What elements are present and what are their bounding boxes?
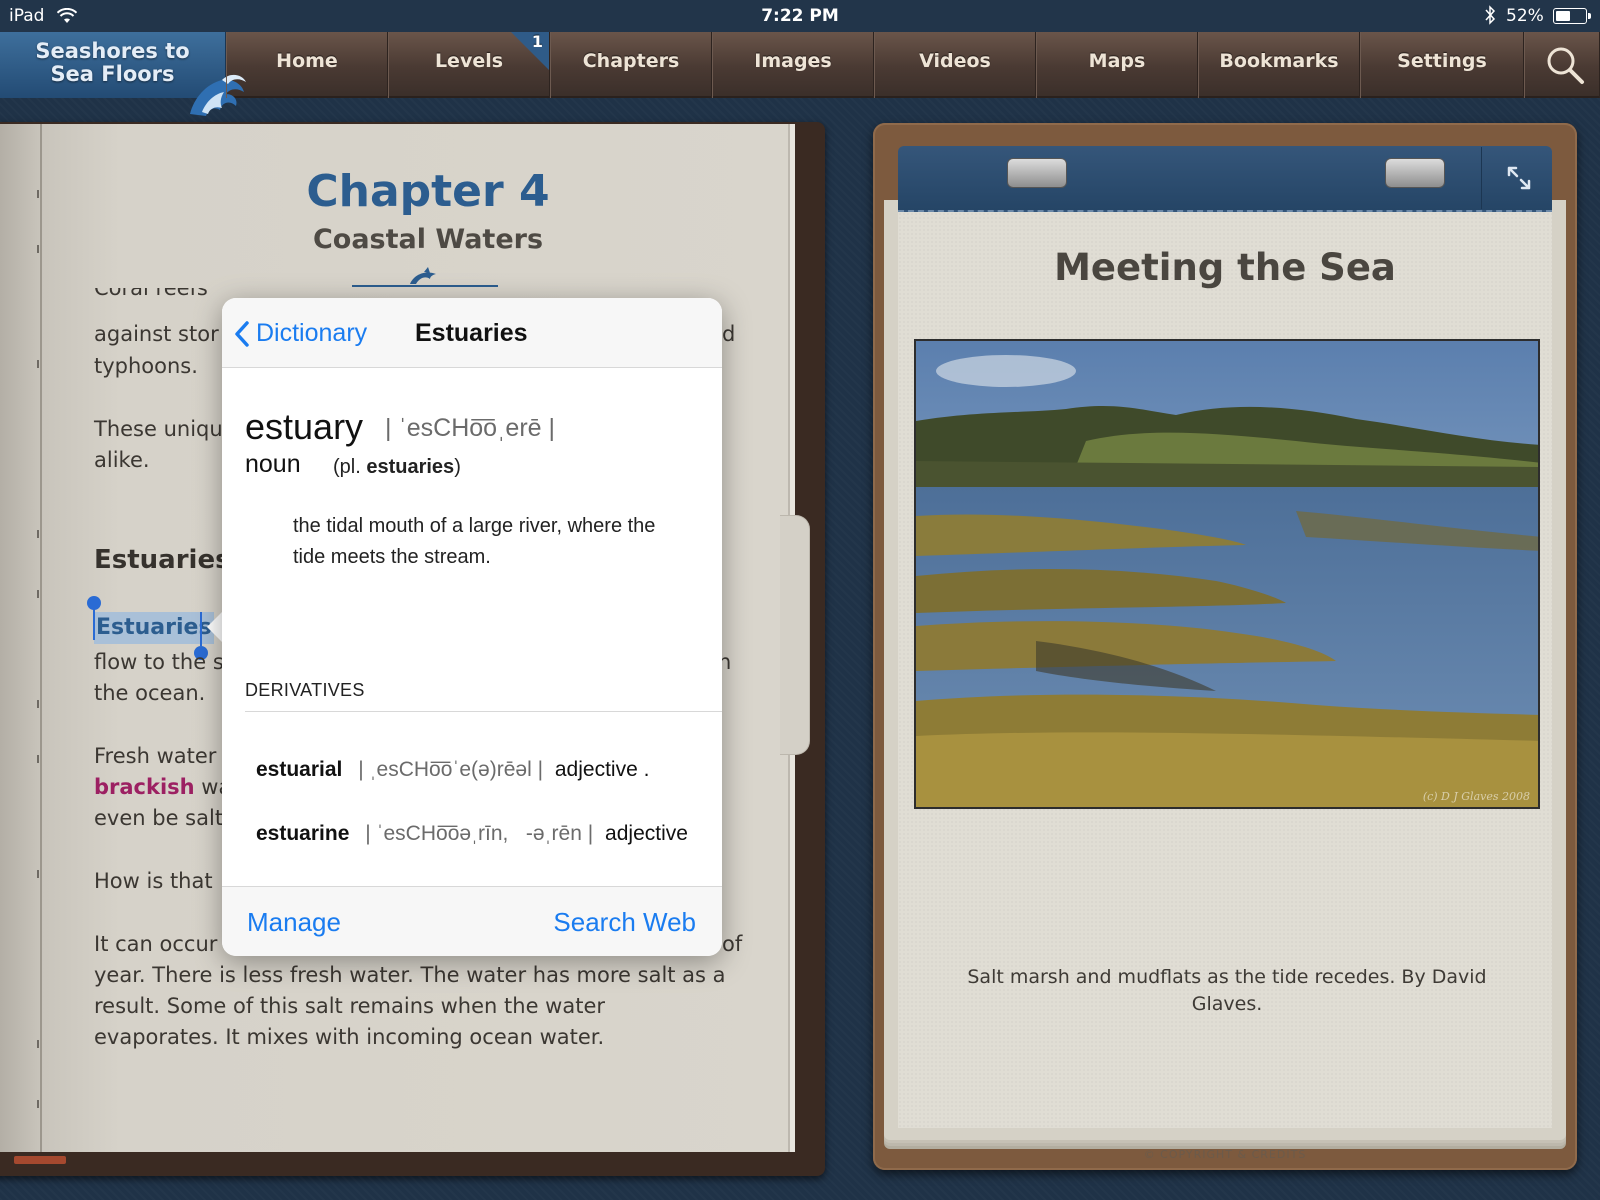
tab-levels[interactable]: Levels 1: [388, 32, 550, 98]
binding-stitch: [37, 530, 45, 538]
definition: the tidal mouth of a large river, where …: [293, 515, 656, 568]
binding-stitch: [37, 190, 45, 198]
section-heading-estuaries: Estuaries: [94, 545, 231, 575]
plural-form: (pl. estuaries): [333, 456, 461, 478]
book-text-line: evaporates. It mixes with incoming ocean…: [94, 1025, 605, 1049]
binding-stitch: [37, 755, 45, 763]
book-text-line: d: [722, 322, 736, 346]
expand-button[interactable]: [1481, 147, 1551, 209]
glossary-term-brackish[interactable]: brackish: [94, 775, 195, 799]
battery-level: [1556, 11, 1571, 21]
chapter-subtitle: Coastal Waters: [312, 224, 544, 255]
book-text-line: l: [718, 740, 748, 772]
battery-percent: 52%: [1506, 6, 1544, 26]
tab-videos[interactable]: Videos: [874, 32, 1036, 98]
book-binding: [40, 124, 42, 1152]
top-nav: Seashores to Sea Floors Home Levels 1 Ch…: [0, 32, 1600, 116]
search-web-button[interactable]: Search Web: [553, 907, 696, 938]
tab-images[interactable]: Images: [712, 32, 874, 98]
derivative-row: estuarial | ˌesCHo͞oˈe(ə)rēəl | adjectiv…: [256, 758, 650, 781]
tab-settings[interactable]: Settings: [1360, 32, 1524, 98]
binding-stitch: [37, 1040, 45, 1048]
headword: estuary: [245, 406, 364, 447]
derivatives-label: DERIVATIVES: [245, 680, 365, 700]
dictionary-back-button[interactable]: Dictionary: [234, 318, 367, 348]
derivative-row: estuarine | ˈesCHo͞oəˌrīn, -əˌrēn | adje…: [256, 822, 688, 845]
brand-line1: Seashores to: [35, 39, 190, 63]
binding-stitch: [37, 870, 45, 878]
popover-header: Dictionary Estuaries: [222, 298, 722, 368]
selection-handle-start[interactable]: [87, 596, 101, 640]
bluetooth-icon: [1485, 5, 1496, 25]
selected-word[interactable]: Estuaries: [94, 612, 214, 644]
photo-image: [916, 341, 1538, 807]
brand-logo[interactable]: Seashores to Sea Floors: [0, 32, 246, 116]
book-text-line: of: [722, 932, 743, 956]
binder-clip: [1385, 158, 1445, 188]
tab-bookmarks[interactable]: Bookmarks: [1198, 32, 1360, 98]
status-bar: iPad 7:22 PM 52%: [0, 0, 1600, 32]
manage-button[interactable]: Manage: [247, 907, 341, 938]
tab-maps[interactable]: Maps: [1036, 32, 1198, 98]
dictionary-popover: Dictionary Estuaries estuary | ˈesCHo͞oˌ…: [222, 298, 722, 956]
popover-footer: Manage Search Web: [222, 886, 722, 956]
copyright-credits-link[interactable]: © COPYRIGHT & CREDITS: [898, 1148, 1552, 1161]
chevron-left-icon: [235, 321, 249, 347]
binding-stitch: [37, 590, 45, 598]
clipboard-header: [898, 146, 1552, 212]
photo-caption: Salt marsh and mudflats as the tide rece…: [967, 966, 1487, 1015]
chapter-title: Chapter 4: [306, 166, 550, 217]
search-button[interactable]: [1524, 32, 1600, 98]
book-text-line: year. There is less fresh water. The wat…: [94, 963, 726, 987]
card-title: Meeting the Sea: [1054, 246, 1396, 289]
binder-clip: [1007, 158, 1067, 188]
binding-stitch: [37, 700, 45, 708]
device-name: iPad: [9, 6, 45, 26]
binding-stitch: [37, 245, 45, 253]
search-icon: [1547, 47, 1584, 84]
wifi-icon: [57, 8, 77, 23]
page-tab[interactable]: [780, 515, 810, 755]
book-text-line: result. Some of this salt remains when t…: [94, 994, 605, 1018]
expand-icon: [1507, 166, 1531, 190]
levels-badge-corner: [511, 32, 549, 70]
divider: [245, 711, 722, 712]
bookmark-ribbon[interactable]: [14, 1156, 66, 1164]
book-text-line: n: [718, 650, 732, 674]
tab-chapters[interactable]: Chapters: [550, 32, 712, 98]
binding-stitch: [37, 1100, 45, 1108]
part-of-speech: noun: [245, 450, 301, 478]
levels-badge: 1: [531, 32, 543, 51]
salt-marsh-photo[interactable]: (c) D J Glaves 2008: [914, 339, 1540, 809]
popover-arrow: [207, 611, 223, 643]
binding-stitch: [37, 360, 45, 368]
dictionary-back-label: Dictionary: [256, 319, 368, 347]
popover-title: Estuaries: [415, 319, 528, 347]
photo-credit: (c) D J Glaves 2008: [1422, 790, 1530, 803]
tab-home[interactable]: Home: [226, 32, 388, 98]
battery-icon: [1553, 8, 1591, 24]
tab-levels-label: Levels: [434, 50, 504, 72]
pronunciation: | ˈesCHo͞oˌerē |: [385, 414, 555, 442]
clock: 7:22 PM: [761, 6, 839, 26]
